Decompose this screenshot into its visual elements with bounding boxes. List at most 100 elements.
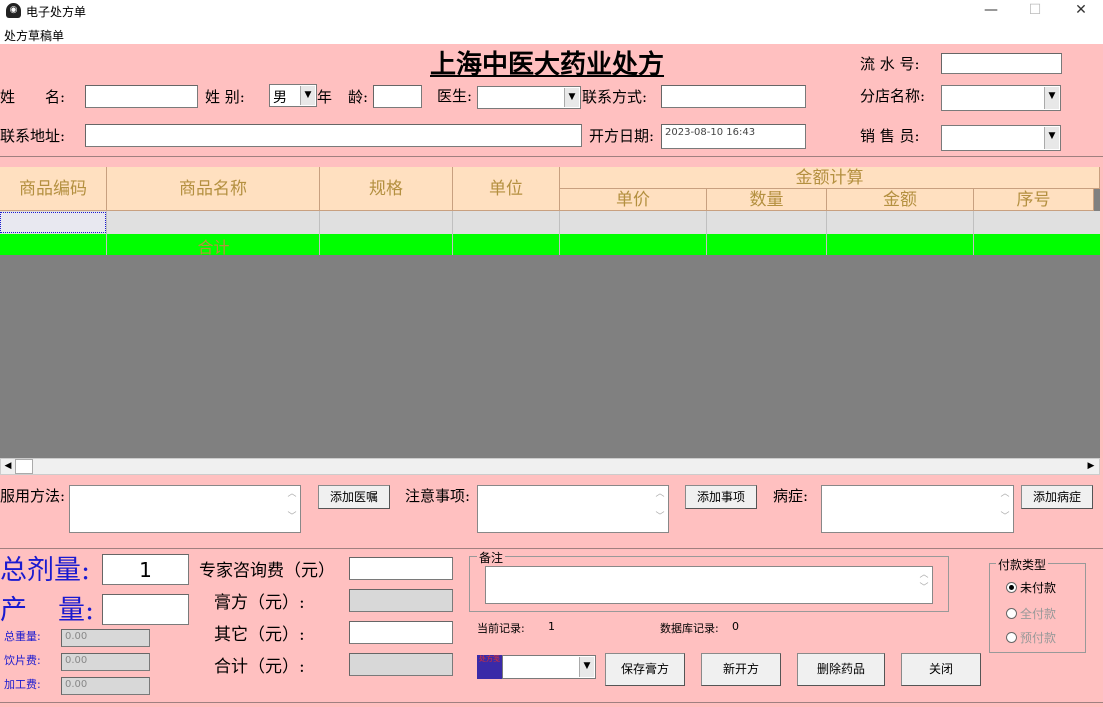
scroll-thumb[interactable] bbox=[15, 459, 33, 474]
add-advice-button[interactable]: 添加医嘱 bbox=[318, 485, 390, 509]
branch-label: 分店名称: bbox=[860, 87, 926, 105]
notes-label: 注意事项: bbox=[405, 487, 471, 505]
serial-input[interactable] bbox=[941, 53, 1062, 74]
col-divider bbox=[826, 211, 827, 255]
col-divider bbox=[973, 211, 974, 255]
col-header-code[interactable]: 商品编码 bbox=[0, 167, 107, 211]
output-input[interactable] bbox=[102, 594, 189, 625]
age-label-first: 年 bbox=[317, 88, 333, 106]
slice-fee-field: 0.00 bbox=[61, 653, 150, 671]
radio-full-paid[interactable]: 全付款 bbox=[1006, 605, 1056, 622]
remark-textarea[interactable]: ︿ ﹀ bbox=[485, 566, 933, 604]
expert-fee-label: 专家咨询费（元） bbox=[199, 561, 335, 581]
template-select[interactable]: ▼ bbox=[502, 655, 596, 679]
other-fee-input[interactable] bbox=[349, 621, 453, 644]
name-label-first: 姓 bbox=[0, 88, 16, 106]
process-fee-field: 0.00 bbox=[61, 677, 150, 695]
col-divider bbox=[452, 211, 453, 255]
col-header-unit[interactable]: 单位 bbox=[453, 167, 560, 211]
gender-select[interactable]: 男 ▼ bbox=[269, 84, 317, 107]
date-input[interactable]: 2023-08-10 16:43 bbox=[661, 124, 806, 149]
current-record-value: 1 bbox=[548, 620, 555, 633]
expert-fee-input[interactable] bbox=[349, 557, 453, 580]
chevron-down-icon[interactable]: ▼ bbox=[564, 88, 579, 107]
scroll-arrows-icon[interactable]: ︿ ﹀ bbox=[284, 486, 300, 532]
chevron-down-icon[interactable]: ▼ bbox=[579, 657, 594, 677]
radio-unpaid[interactable]: 未付款 bbox=[1006, 579, 1056, 596]
chevron-down-icon[interactable]: ▼ bbox=[1044, 127, 1059, 149]
pestle-icon: ◉ bbox=[6, 3, 21, 18]
disease-textarea[interactable]: ︿ ﹀ bbox=[821, 485, 1014, 533]
gender-value: 男 bbox=[273, 90, 287, 106]
col-header-price[interactable]: 单价 bbox=[560, 189, 707, 211]
selected-cell[interactable] bbox=[0, 212, 106, 233]
weight-label: 总重量: bbox=[4, 630, 41, 643]
date-label: 开方日期: bbox=[589, 127, 655, 145]
notes-textarea[interactable]: ︿ ﹀ bbox=[477, 485, 669, 533]
weight-field: 0.00 bbox=[61, 629, 150, 647]
contact-input[interactable] bbox=[661, 85, 806, 108]
radio-prepaid[interactable]: 预付款 bbox=[1006, 629, 1056, 646]
prescription-title: 上海中医大药业处方 bbox=[430, 50, 665, 80]
other-fee-label: 其它（元）: bbox=[214, 625, 305, 645]
col-divider bbox=[559, 211, 560, 255]
menu-bar bbox=[0, 22, 1103, 44]
col-header-amount[interactable]: 金额 bbox=[827, 189, 974, 211]
remark-label: 备注 bbox=[477, 549, 506, 566]
usage-textarea[interactable]: ︿ ﹀ bbox=[69, 485, 301, 533]
fee-total-label: 合计（元）: bbox=[214, 657, 305, 677]
gender-label: 姓 别: bbox=[205, 88, 245, 106]
total-dosage-label: 总剂量: bbox=[0, 555, 91, 586]
db-record-label: 数据库记录: bbox=[660, 622, 719, 635]
col-divider bbox=[706, 211, 707, 255]
col-header-spec[interactable]: 规格 bbox=[320, 167, 453, 211]
disease-label: 病症: bbox=[773, 487, 809, 505]
col-header-amount-group: 金额计算 bbox=[560, 167, 1100, 189]
menu-draft-prescription[interactable]: 处方草稿单 bbox=[4, 27, 64, 44]
age-input[interactable] bbox=[373, 85, 422, 108]
title-bar bbox=[0, 0, 1103, 22]
maximize-button[interactable]: ☐ bbox=[1012, 0, 1058, 22]
paste-fee-field bbox=[349, 589, 453, 612]
col-header-seq[interactable]: 序号 bbox=[974, 189, 1094, 211]
total-dosage-input[interactable] bbox=[102, 554, 189, 585]
branch-select[interactable]: ▼ bbox=[941, 85, 1061, 111]
doctor-label: 医生: bbox=[437, 87, 473, 105]
chevron-down-icon[interactable]: ▼ bbox=[1044, 87, 1059, 109]
scroll-right-icon[interactable]: ▶ bbox=[1084, 459, 1098, 474]
contact-label: 联系方式: bbox=[582, 88, 648, 106]
col-header-qty[interactable]: 数量 bbox=[707, 189, 827, 211]
seller-label: 销 售 员: bbox=[860, 127, 920, 145]
radio-icon bbox=[1006, 608, 1017, 619]
radio-label: 预付款 bbox=[1020, 631, 1057, 645]
radio-label: 全付款 bbox=[1020, 607, 1057, 621]
scroll-arrows-icon[interactable]: ︿ ﹀ bbox=[652, 486, 668, 532]
address-input[interactable] bbox=[85, 124, 582, 147]
process-fee-label: 加工费: bbox=[4, 678, 41, 691]
table-row[interactable] bbox=[0, 211, 1100, 234]
paste-fee-label: 膏方（元）: bbox=[214, 593, 305, 613]
col-divider bbox=[319, 211, 320, 255]
close-button[interactable]: 关闭 bbox=[901, 653, 981, 686]
scroll-left-icon[interactable]: ◀ bbox=[1, 459, 15, 474]
name-input[interactable] bbox=[85, 85, 198, 108]
payment-title: 付款类型 bbox=[996, 556, 1049, 573]
current-record-label: 当前记录: bbox=[477, 622, 525, 635]
save-paste-button[interactable]: 保存膏方 bbox=[605, 653, 685, 686]
add-notes-button[interactable]: 添加事项 bbox=[685, 485, 757, 509]
scroll-arrows-icon[interactable]: ︿ ﹀ bbox=[916, 567, 932, 603]
new-prescription-button[interactable]: 新开方 bbox=[701, 653, 781, 686]
delete-medicine-button[interactable]: 删除药品 bbox=[797, 653, 885, 686]
minimize-button[interactable]: — bbox=[968, 0, 1014, 22]
col-header-name[interactable]: 商品名称 bbox=[107, 167, 320, 211]
scroll-arrows-icon[interactable]: ︿ ﹀ bbox=[997, 486, 1013, 532]
add-disease-button[interactable]: 添加病症 bbox=[1021, 485, 1093, 509]
horizontal-scrollbar[interactable] bbox=[0, 458, 1100, 475]
seller-select[interactable]: ▼ bbox=[941, 125, 1061, 151]
divider bbox=[0, 156, 1103, 157]
radio-label: 未付款 bbox=[1020, 581, 1057, 595]
total-row-label: 合计 bbox=[197, 238, 230, 257]
close-window-button[interactable]: ✕ bbox=[1058, 0, 1103, 22]
chevron-down-icon[interactable]: ▼ bbox=[300, 86, 315, 105]
doctor-select[interactable]: ▼ bbox=[477, 86, 581, 109]
